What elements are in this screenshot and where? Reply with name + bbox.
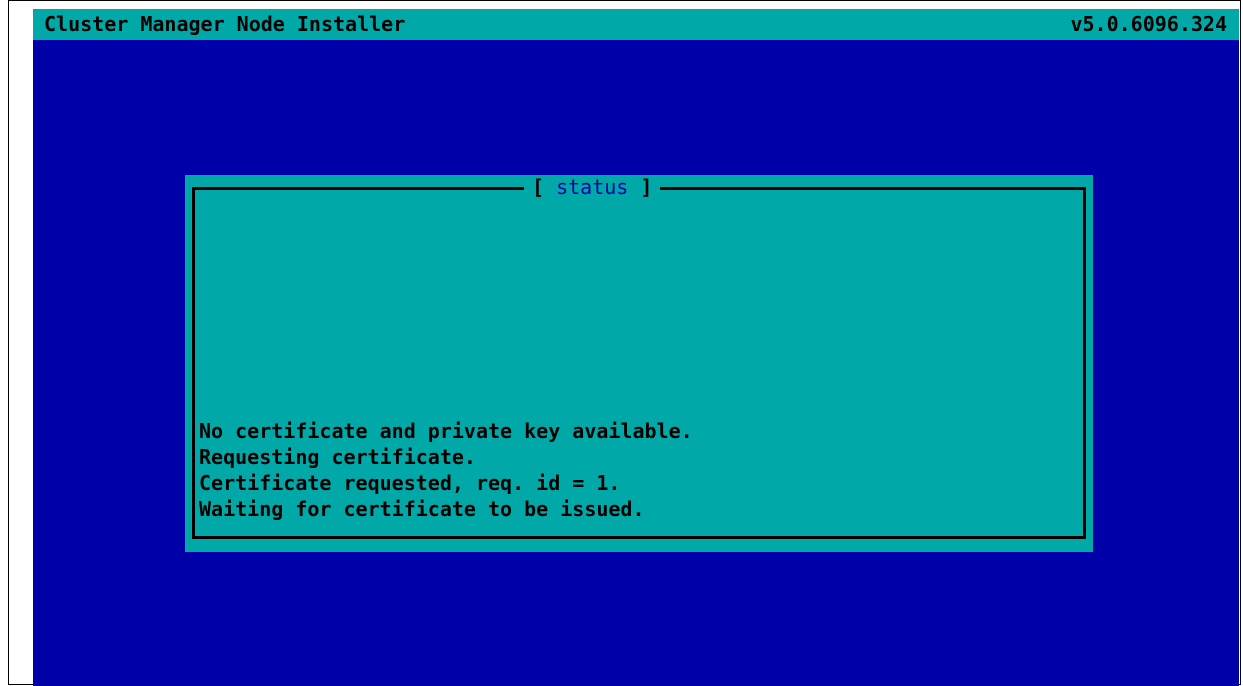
window-frame: Cluster Manager Node Installer v5.0.6096… bbox=[8, 0, 1241, 686]
status-log: No certificate and private key available… bbox=[199, 418, 693, 522]
status-line: Requesting certificate. bbox=[199, 445, 476, 469]
status-line: Certificate requested, req. id = 1. bbox=[199, 471, 621, 495]
title-bar: Cluster Manager Node Installer v5.0.6096… bbox=[33, 9, 1239, 40]
title-bracket-open: [ bbox=[532, 175, 545, 199]
status-dialog-title: [ status ] bbox=[524, 175, 661, 199]
app-title: Cluster Manager Node Installer bbox=[44, 12, 406, 36]
app-version: v5.0.6096.324 bbox=[1070, 12, 1227, 36]
status-line: No certificate and private key available… bbox=[199, 419, 693, 443]
title-bracket-close: ] bbox=[640, 175, 653, 199]
installer-screen: Cluster Manager Node Installer v5.0.6096… bbox=[33, 9, 1239, 686]
status-line: Waiting for certificate to be issued. bbox=[199, 497, 645, 521]
status-title-label: status bbox=[556, 175, 629, 199]
status-dialog: [ status ] No certificate and private ke… bbox=[185, 175, 1093, 552]
